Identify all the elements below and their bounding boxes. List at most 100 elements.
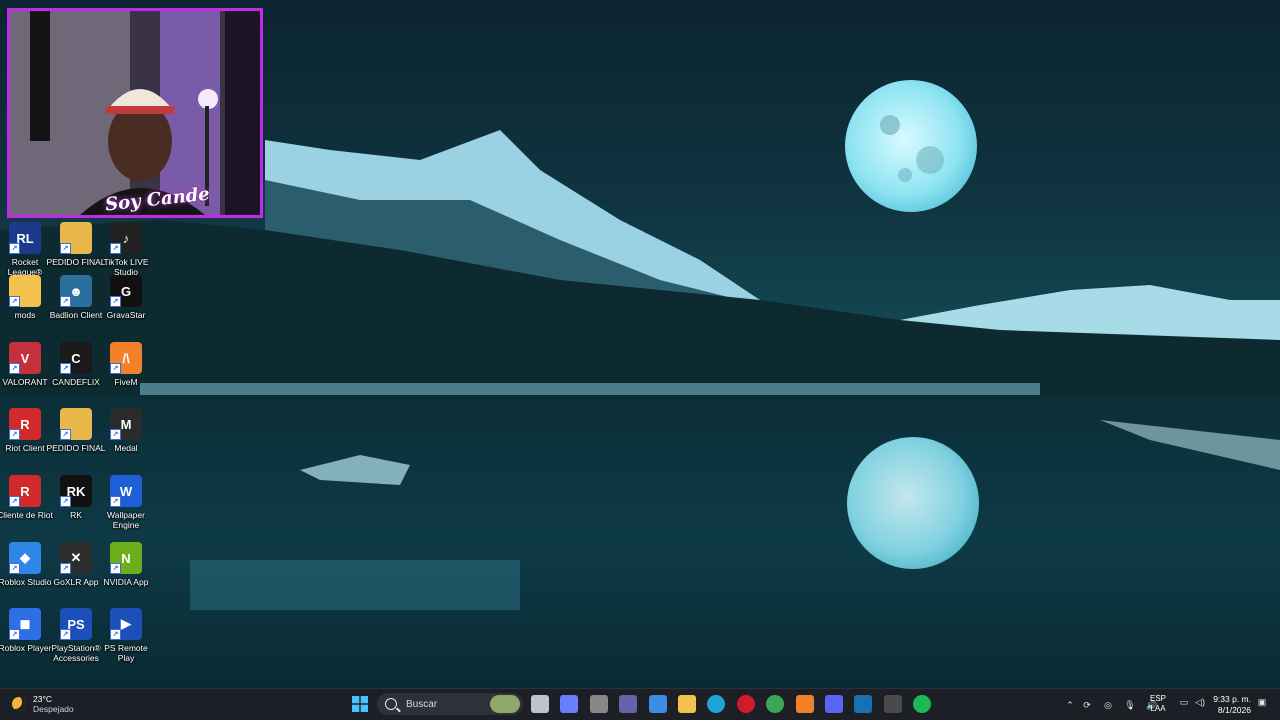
network-icon[interactable]: ▭ [1177,697,1191,708]
desktop-icon[interactable]: R ↗ Riot Client [0,408,50,453]
input-language-indicator[interactable]: ESP LAA [1148,694,1168,714]
desktop-app-icon: ↗ [60,222,92,254]
webcam-overlay: Soy Cande [7,8,263,218]
desktop-icon[interactable]: /\ ↗ FiveM [101,342,151,387]
desktop-app-icon: ♪ ↗ [110,222,142,254]
shortcut-arrow-icon: ↗ [9,629,20,640]
desktop-app-icon: R ↗ [9,408,41,440]
desktop-app-icon: ☻ ↗ [60,275,92,307]
desktop-app-glyph: W [119,483,133,499]
desktop-app-icon: ◆ ↗ [9,542,41,574]
desktop-icon[interactable]: R ↗ Cliente de Riot [0,475,53,520]
desktop-app-glyph: ▶ [121,616,131,631]
desktop-icon[interactable]: M ↗ Medal [101,408,151,453]
moon-icon [12,697,26,711]
desktop-app-glyph: ◆ [20,550,30,565]
weather-condition: Despejado [33,704,74,714]
desktop-app-icon: RL ↗ [9,222,41,254]
search-highlight-image [490,695,520,713]
desktop-icon[interactable]: C ↗ CANDEFLIX [51,342,101,387]
desktop-app-glyph: G [120,283,132,299]
desktop-icon[interactable]: W ↗ Wallpaper Engine [101,475,151,530]
desktop-icon-label: PS Remote Play [104,643,148,663]
desktop-app-icon: M ↗ [110,408,142,440]
desktop-icon[interactable]: RL ↗ Rocket League® [0,222,50,277]
fivem-icon[interactable] [796,695,814,713]
microphone-icon[interactable]: 🎙 [1119,700,1141,711]
desktop-icon[interactable]: RK ↗ RK [51,475,101,520]
desktop-app-icon: W ↗ [110,475,142,507]
desktop-app-icon: V ↗ [9,342,41,374]
desktop-icon[interactable]: ☻ ↗ Badlion Client [50,275,102,320]
clock-date: 8/1/2026 [1217,705,1251,715]
opera-icon[interactable] [737,695,755,713]
obs-icon[interactable] [884,695,902,713]
shortcut-arrow-icon: ↗ [110,243,121,254]
shortcut-arrow-icon: ↗ [110,363,121,374]
steam-icon[interactable] [854,695,872,713]
desktop-app-icon: R ↗ [9,475,41,507]
notifications-icon[interactable]: ▣ [1256,697,1268,708]
store-icon[interactable] [649,695,667,713]
spotify-icon[interactable] [913,695,931,713]
weather-temperature: 23°C [33,694,52,704]
language-code: ESP [1149,694,1166,703]
chrome-icon[interactable] [766,695,784,713]
shortcut-arrow-icon: ↗ [60,429,71,440]
file-explorer-icon[interactable] [678,695,696,713]
game-controller-icon[interactable]: ◎ [1097,700,1119,711]
desktop-icon[interactable]: ✕ ↗ GoXLR App [51,542,101,587]
winamp-icon[interactable] [590,695,608,713]
desktop-icon[interactable]: ↗ mods [0,275,50,320]
clock[interactable]: 9:33 p. m. 8/1/2026 [1205,694,1251,716]
taskbar-search[interactable]: Buscar [377,693,523,715]
desktop-app-glyph: ☻ [69,283,83,299]
start-button[interactable] [351,695,369,713]
desktop-icon-label: GravaStar [106,310,146,320]
desktop-icon-label: TikTok LIVE Studio [103,257,149,277]
desktop-icon[interactable]: ↗ PEDIDO FINAL [46,408,106,453]
sync-icon[interactable]: ⟳ [1077,700,1097,711]
desktop-app-glyph: ✕ [70,550,82,565]
teams-icon[interactable] [619,695,637,713]
desktop-app-icon: ▶ ↗ [110,608,142,640]
shortcut-arrow-icon: ↗ [110,429,121,440]
discord-icon[interactable] [825,695,843,713]
shortcut-arrow-icon: ↗ [9,429,20,440]
edge-icon[interactable] [707,695,725,713]
desktop-app-glyph: N [121,550,131,566]
shortcut-arrow-icon: ↗ [60,629,71,640]
desktop-icon[interactable]: ▶ ↗ PS Remote Play [101,608,151,663]
desktop-icon[interactable]: ♪ ↗ TikTok LIVE Studio [101,222,151,277]
shortcut-arrow-icon: ↗ [110,296,121,307]
desktop-app-glyph: /\ [122,350,130,366]
desktop-icon[interactable]: PS ↗ PlayStation® Accessories [51,608,101,663]
webcam-video [10,11,260,215]
desktop-icon-label: Medal [114,443,138,453]
desktop-app-icon: ↗ [9,275,41,307]
shortcut-arrow-icon: ↗ [60,296,71,307]
desktop-icon[interactable]: ↗ PEDIDO FINAL [46,222,106,267]
desktop-icon[interactable]: ◆ ↗ Roblox Studio [0,542,51,587]
copilot-icon[interactable] [560,695,578,713]
shortcut-arrow-icon: ↗ [9,243,20,254]
desktop-app-icon: PS ↗ [60,608,92,640]
weather-widget[interactable]: 23°C Despejado [12,694,74,714]
search-placeholder: Buscar [406,698,438,710]
shortcut-arrow-icon: ↗ [110,496,121,507]
desktop-icon[interactable]: ◼ ↗ Roblox Player [0,608,51,653]
desktop-icon[interactable]: N ↗ NVIDIA App [101,542,151,587]
desktop-app-glyph: ♪ [122,230,130,246]
shortcut-arrow-icon: ↗ [60,496,71,507]
desktop-app-glyph: R [20,416,30,432]
desktop-app-icon: ◼ ↗ [9,608,41,640]
task-view-icon[interactable] [531,695,549,713]
desktop-icon[interactable]: G ↗ GravaStar [101,275,151,320]
chevron-up-icon[interactable]: ⌃ [1063,700,1077,711]
search-icon [385,698,397,710]
shortcut-arrow-icon: ↗ [9,296,20,307]
shortcut-arrow-icon: ↗ [60,363,71,374]
desktop-icon-label: Wallpaper Engine [107,510,145,530]
desktop-icon[interactable]: V ↗ VALORANT [0,342,50,387]
desktop-icon-label: NVIDIA App [103,577,149,587]
